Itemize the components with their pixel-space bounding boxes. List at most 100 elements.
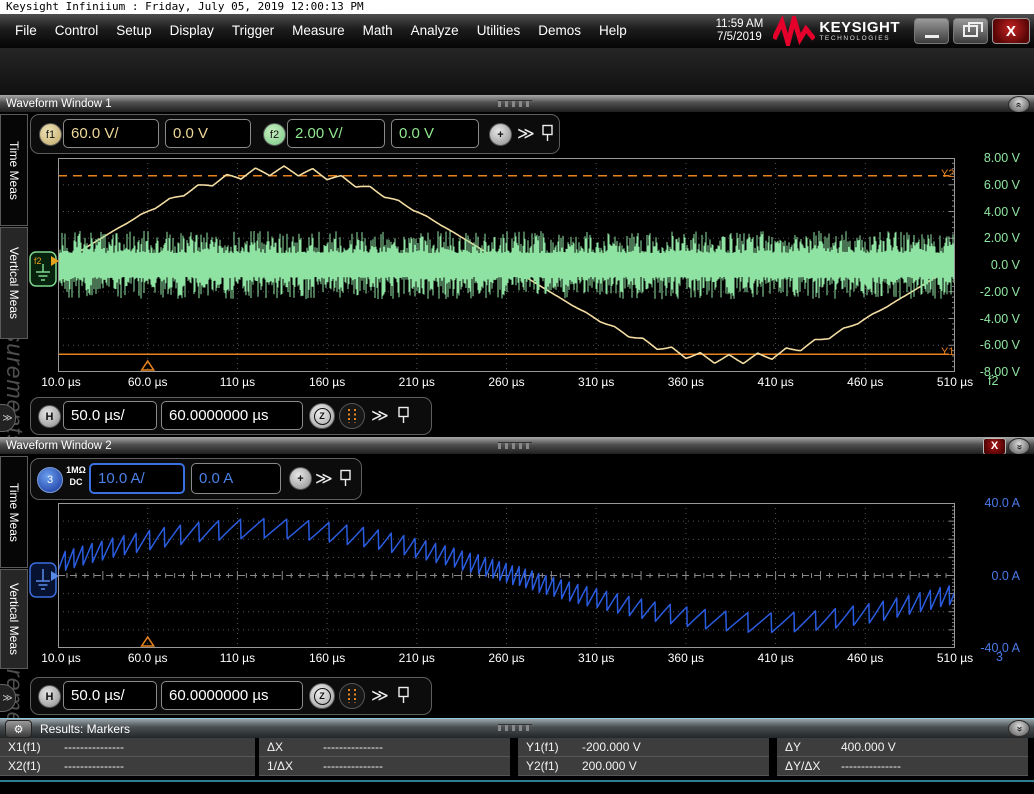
window1-tab-vertical-meas[interactable]: Vertical Meas [0, 227, 28, 339]
marker-y2-label: Y2 [941, 168, 954, 180]
x-axis-tick-label: 10.0 µs [34, 375, 88, 389]
window2-titlebar[interactable]: Waveform Window 2 [0, 437, 1034, 454]
window2-drag-handle[interactable] [498, 442, 532, 449]
restore-button[interactable] [953, 18, 988, 44]
y-axis-tick-label: 0.0 V [958, 258, 1020, 272]
window2-timebase-field[interactable]: 50.0 µs/ [63, 681, 157, 710]
channel3-ground-marker[interactable] [29, 559, 59, 599]
results-row: 1/ΔX--------------- [259, 757, 510, 776]
expand-chevrons-icon[interactable]: ≫ [371, 407, 389, 424]
x-axis-tick-label: 260 µs [480, 375, 534, 389]
chevron-up-icon: » [1014, 102, 1024, 108]
pin-icon[interactable] [541, 124, 554, 143]
f1-offset-field[interactable]: 0.0 V [165, 119, 251, 148]
menu-item-analyze[interactable]: Analyze [402, 14, 468, 48]
window2-horizontal-group: H 50.0 µs/ 60.0000000 µs Z ≫ [30, 677, 432, 715]
results-column: ΔY400.000 VΔY/ΔX--------------- [777, 738, 1028, 776]
window1-axis-source: f2 [988, 374, 1034, 388]
x-axis-tick-label: 360 µs [659, 651, 713, 665]
window2-markers-button[interactable] [339, 683, 365, 709]
close-button[interactable]: X [992, 18, 1030, 44]
result-label: Y1(f1) [518, 740, 582, 754]
window1-titlebar[interactable]: Waveform Window 1 [0, 95, 1034, 112]
window1-timebase-field[interactable]: 50.0 µs/ [63, 401, 157, 430]
add-source-button[interactable]: + [289, 467, 312, 490]
result-label: Y2(f1) [518, 759, 582, 773]
window2-tab-time-meas[interactable]: Time Meas [0, 456, 28, 568]
x-axis-tick-label: 460 µs [838, 651, 892, 665]
results-header[interactable]: ⚙ Results: Markers [0, 718, 1034, 739]
brand-name: KEYSIGHT [819, 21, 900, 35]
f1-scale-field[interactable]: 60.0 V/ [63, 119, 159, 148]
channel3-offset-field[interactable]: 0.0 A [191, 463, 281, 494]
z-zoom-icon: Z [314, 688, 331, 705]
menu-item-help[interactable]: Help [590, 14, 636, 48]
window2-collapse-button[interactable]: » [1008, 438, 1030, 455]
window2-axis-source: 3 [996, 650, 1034, 664]
f1-badge[interactable]: f1 [39, 123, 62, 146]
channel3-scale-field[interactable]: 10.0 A/ [89, 463, 185, 494]
x-axis-tick-label: 60.0 µs [121, 651, 175, 665]
window2-tab-vertical-meas[interactable]: Vertical Meas [0, 569, 28, 669]
window2-h-badge[interactable]: H [38, 685, 61, 708]
expand-chevrons-icon[interactable]: ≫ [315, 470, 333, 487]
results-row: Y1(f1)-200.000 V [518, 738, 769, 757]
x-axis-tick-label: 410 µs [749, 651, 803, 665]
results-settings-button[interactable]: ⚙ [5, 720, 32, 738]
window2-position-field[interactable]: 60.0000000 µs [161, 681, 303, 710]
result-label: ΔX [259, 740, 323, 754]
result-label: X2(f1) [0, 759, 64, 773]
add-source-button[interactable]: + [489, 123, 512, 146]
menu-item-display[interactable]: Display [161, 14, 223, 48]
window2-scale-group: 3 1MΩ DC 10.0 A/ 0.0 A + ≫ [30, 458, 362, 500]
y-axis-tick-label: 8.00 V [958, 151, 1020, 165]
x-axis-tick-label: 60.0 µs [121, 375, 175, 389]
svg-text:f2: f2 [34, 256, 42, 266]
channel3-badge[interactable]: 3 [37, 467, 63, 493]
results-row: ΔY/ΔX--------------- [777, 757, 1028, 776]
menu-item-control[interactable]: Control [46, 14, 108, 48]
waveform-plot-2[interactable] [58, 503, 955, 648]
menu-item-trigger[interactable]: Trigger [223, 14, 283, 48]
window1-markers-button[interactable] [339, 403, 365, 429]
pin-icon[interactable] [397, 406, 410, 425]
menu-item-setup[interactable]: Setup [107, 14, 160, 48]
results-drag-handle[interactable] [498, 724, 532, 731]
marker-y1-label: Y1 [941, 346, 954, 358]
y-axis-tick-label: 0.0 A [958, 569, 1020, 583]
f2-ground-marker[interactable]: f2 [29, 248, 59, 288]
menu-item-measure[interactable]: Measure [283, 14, 354, 48]
f2-badge[interactable]: f2 [263, 123, 286, 146]
window1-position-field[interactable]: 60.0000000 µs [161, 401, 303, 430]
waveform-plot-1[interactable] [58, 158, 955, 372]
menu-item-math[interactable]: Math [354, 14, 402, 48]
window1-h-badge[interactable]: H [38, 405, 61, 428]
f2-offset-field[interactable]: 0.0 V [391, 119, 479, 148]
window1-tab-time-meas[interactable]: Time Meas [0, 114, 28, 226]
window1-zoom-reset-button[interactable]: Z [309, 403, 335, 429]
expand-chevrons-icon[interactable]: ≫ [371, 687, 389, 704]
results-collapse-button[interactable]: » [1008, 720, 1030, 737]
pin-icon[interactable] [397, 686, 410, 705]
x-axis-tick-label: 510 µs [928, 375, 982, 389]
result-value: --------------- [64, 740, 124, 754]
chevron-down-icon: » [1014, 726, 1024, 732]
expand-chevrons-icon[interactable]: ≫ [517, 125, 535, 142]
x-axis-tick-label: 260 µs [480, 651, 534, 665]
os-titlebar: Keysight Infiniium : Friday, July 05, 20… [0, 0, 1034, 14]
window1-drag-handle[interactable] [498, 100, 532, 107]
f2-scale-field[interactable]: 2.00 V/ [287, 119, 385, 148]
x-axis-tick-label: 310 µs [569, 651, 623, 665]
menu-item-file[interactable]: File [6, 14, 46, 48]
channel3-coupling[interactable]: 1MΩ DC [64, 465, 88, 488]
result-label: ΔY/ΔX [777, 759, 841, 773]
y-axis-tick-label: 4.00 V [958, 205, 1020, 219]
minimize-button[interactable] [914, 18, 949, 44]
results-row: X2(f1)--------------- [0, 757, 255, 776]
pin-icon[interactable] [339, 469, 352, 488]
window1-collapse-button[interactable]: » [1008, 96, 1030, 113]
menu-item-demos[interactable]: Demos [529, 14, 590, 48]
window2-zoom-reset-button[interactable]: Z [309, 683, 335, 709]
menu-item-utilities[interactable]: Utilities [468, 14, 530, 48]
window2-close-button[interactable]: X [983, 438, 1006, 455]
